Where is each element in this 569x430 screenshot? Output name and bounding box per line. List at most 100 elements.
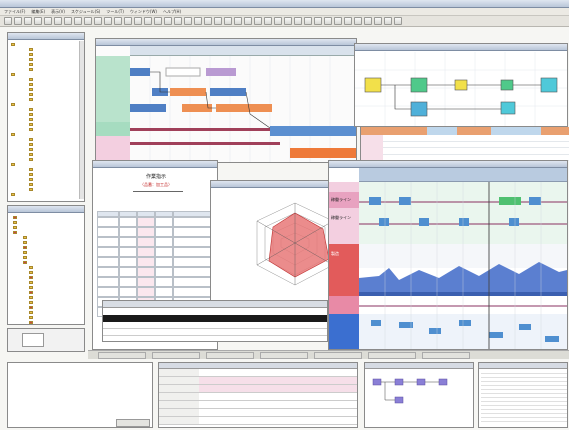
folder-icon: [11, 73, 15, 76]
report-cell: [97, 247, 119, 257]
report-divider: [133, 191, 183, 192]
toolbar-button[interactable]: [154, 17, 162, 25]
property-key: [159, 377, 199, 384]
report-cell: [155, 287, 173, 297]
toolbar-button[interactable]: [54, 17, 62, 25]
property-row[interactable]: [159, 385, 357, 393]
toolbar-button[interactable]: [224, 17, 232, 25]
node-icon: [23, 261, 27, 264]
report-cell: [119, 287, 137, 297]
toolbar-button[interactable]: [124, 17, 132, 25]
toolbar-button[interactable]: [64, 17, 72, 25]
property-row[interactable]: [159, 369, 357, 377]
schedule-chart: [359, 182, 567, 349]
toolbar-button[interactable]: [104, 17, 112, 25]
toolbar-button[interactable]: [294, 17, 302, 25]
toolbar-button[interactable]: [4, 17, 12, 25]
toolbar-button[interactable]: [134, 17, 142, 25]
property-key: [159, 401, 199, 408]
report-cell: [137, 247, 155, 257]
toolbar-button[interactable]: [354, 17, 362, 25]
toolbar-button[interactable]: [14, 17, 22, 25]
folder-icon: [29, 63, 33, 66]
network-node: [410, 101, 428, 117]
tree-item[interactable]: [11, 192, 84, 197]
toolbar-button[interactable]: [254, 17, 262, 25]
list-item[interactable]: [481, 418, 567, 422]
menu-item[interactable]: 編集(E): [31, 9, 45, 15]
toolbar-button[interactable]: [174, 17, 182, 25]
selected-row[interactable]: [103, 315, 327, 322]
menu-item[interactable]: ツール(T): [106, 9, 124, 15]
bottom-tab[interactable]: [368, 352, 416, 359]
toolbar-button[interactable]: [184, 17, 192, 25]
tree-item[interactable]: [11, 320, 84, 325]
toolbar-button[interactable]: [34, 17, 42, 25]
property-row[interactable]: [159, 377, 357, 385]
bottom-log-button[interactable]: [116, 419, 150, 427]
menu-item[interactable]: 表示(V): [51, 9, 65, 15]
node-icon: [29, 276, 33, 279]
menu-item[interactable]: ウィンドウ(W): [130, 9, 157, 15]
network-panel: [354, 43, 568, 127]
node-icon: [29, 271, 33, 274]
node-icon: [29, 291, 33, 294]
bottom-tab[interactable]: [260, 352, 308, 359]
mini-network-panel: [364, 362, 474, 428]
toolbar-button[interactable]: [304, 17, 312, 25]
bottom-tab[interactable]: [98, 352, 146, 359]
toolbar-button[interactable]: [374, 17, 382, 25]
toolbar-button[interactable]: [114, 17, 122, 25]
toolbar-button[interactable]: [394, 17, 402, 25]
toolbar-button[interactable]: [324, 17, 332, 25]
toolbar-button[interactable]: [84, 17, 92, 25]
folder-icon: [29, 88, 33, 91]
toolbar-button[interactable]: [384, 17, 392, 25]
menu-item[interactable]: ファイル(F): [4, 9, 25, 15]
gantt-bar: [290, 148, 356, 158]
row-label: 製造: [329, 244, 359, 296]
toolbar-button[interactable]: [364, 17, 372, 25]
toolbar-button[interactable]: [194, 17, 202, 25]
property-row[interactable]: [159, 417, 357, 425]
report-cell: [173, 247, 213, 257]
property-row[interactable]: [159, 401, 357, 409]
bottom-tab[interactable]: [314, 352, 362, 359]
toolbar-button[interactable]: [334, 17, 342, 25]
report-cell: [119, 247, 137, 257]
toolbar-button[interactable]: [94, 17, 102, 25]
bottom-tab[interactable]: [152, 352, 200, 359]
toolbar-button[interactable]: [204, 17, 212, 25]
toolbar-button[interactable]: [74, 17, 82, 25]
toolbar-button[interactable]: [244, 17, 252, 25]
gantt-bar: [130, 104, 166, 112]
property-row[interactable]: [159, 409, 357, 417]
toolbar-button[interactable]: [344, 17, 352, 25]
network-diagram: [355, 52, 567, 126]
report-row: [97, 237, 215, 247]
tree-scrollbar[interactable]: [79, 41, 84, 199]
toolbar-button[interactable]: [234, 17, 242, 25]
toolbar-button[interactable]: [264, 17, 272, 25]
toolbar-button[interactable]: [24, 17, 32, 25]
toolbar-button[interactable]: [44, 17, 52, 25]
node-icon: [29, 286, 33, 289]
toolbar-button[interactable]: [314, 17, 322, 25]
report-cell: [137, 227, 155, 237]
menu-item[interactable]: スケジュール(S): [71, 9, 100, 15]
item-list-panel: [478, 362, 568, 428]
folder-icon: [29, 173, 33, 176]
toolbar-button[interactable]: [284, 17, 292, 25]
toolbar-button[interactable]: [214, 17, 222, 25]
menu-item[interactable]: ヘルプ(H): [163, 9, 181, 15]
bottom-tab[interactable]: [206, 352, 254, 359]
node-icon: [29, 306, 33, 309]
app-title-bar: [0, 0, 569, 8]
toolbar-button[interactable]: [274, 17, 282, 25]
property-row[interactable]: [159, 393, 357, 401]
node-icon: [29, 316, 33, 319]
toolbar-button[interactable]: [144, 17, 152, 25]
bottom-tab[interactable]: [422, 352, 470, 359]
toolbar-button[interactable]: [164, 17, 172, 25]
folder-icon: [29, 48, 33, 51]
